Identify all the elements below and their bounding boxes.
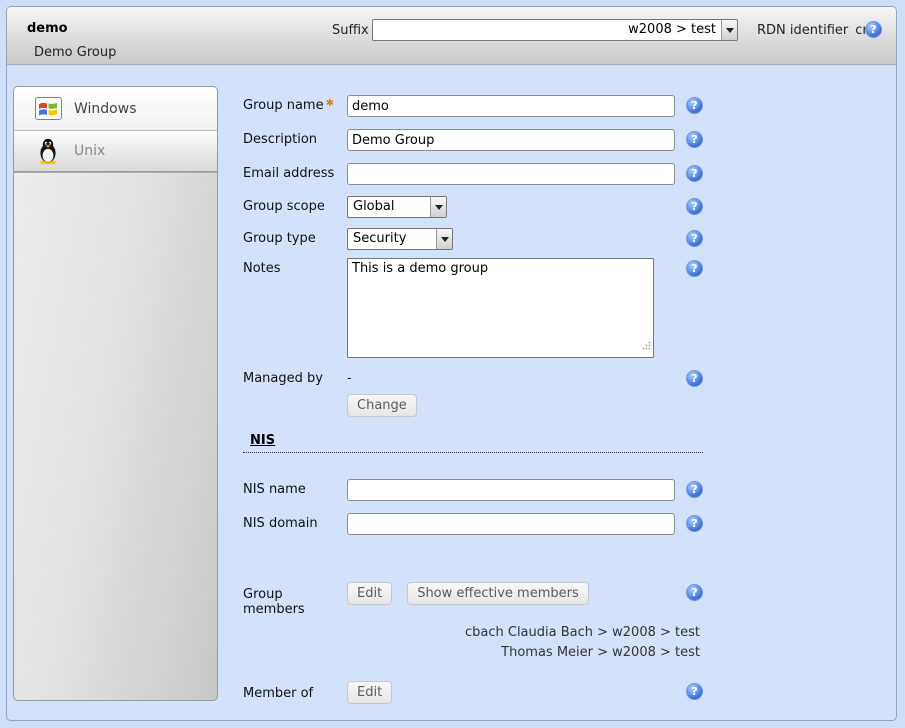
tab-windows-label: Windows (74, 101, 137, 117)
help-icon[interactable]: ? (686, 198, 703, 215)
nis-domain-input[interactable] (347, 513, 675, 535)
member-of-label: Member of (243, 681, 347, 701)
suffix-select[interactable]: w2008 > test (372, 19, 738, 41)
group-members-row: Group members Edit Show effective member… (243, 582, 703, 617)
managed-by-label: Managed by (243, 368, 347, 386)
help-icon[interactable]: ? (686, 683, 703, 700)
account-edit-window: demo Demo Group Suffix w2008 > test RDN … (6, 6, 897, 721)
tab-unix[interactable]: Unix (13, 130, 218, 172)
help-icon[interactable]: ? (865, 21, 882, 38)
managed-by-row: Managed by - Change ? (243, 368, 703, 417)
notes-row: Notes This is a demo group ? (243, 258, 703, 358)
sidebar-panel (13, 172, 218, 701)
group-type-label: Group type (243, 228, 347, 246)
rdn-label: RDN identifier (757, 23, 848, 38)
group-type-dropdown-button[interactable] (436, 229, 452, 249)
description-row: Description ? (243, 129, 703, 151)
email-input[interactable] (347, 163, 675, 185)
managed-by-value: - (347, 368, 352, 386)
tab-unix-label: Unix (74, 143, 105, 159)
account-title: demo (27, 21, 68, 36)
nis-domain-label: NIS domain (243, 513, 347, 531)
windows-group-form: Group name✱ ? Description ? Email addres… (243, 95, 703, 704)
group-scope-selected-value: Global (348, 197, 430, 217)
windows-logo-icon (34, 97, 62, 120)
required-asterisk-icon: ✱ (326, 98, 334, 109)
description-input[interactable] (347, 129, 675, 151)
group-members-label: Group members (243, 582, 347, 617)
group-scope-select[interactable]: Global (347, 196, 447, 218)
help-icon[interactable]: ? (686, 515, 703, 532)
tab-windows[interactable]: Windows (13, 86, 218, 130)
help-icon[interactable]: ? (686, 584, 703, 601)
member-of-edit-button[interactable]: Edit (347, 681, 392, 704)
group-member-item: Thomas Meier > w2008 > test (243, 643, 700, 663)
help-icon[interactable]: ? (686, 97, 703, 114)
group-member-item: cbach Claudia Bach > w2008 > test (243, 623, 700, 643)
member-of-row: Member of Edit ? (243, 681, 703, 704)
group-name-input[interactable] (347, 95, 675, 117)
account-subtitle: Demo Group (34, 45, 116, 60)
description-label: Description (243, 129, 347, 147)
nis-name-label: NIS name (243, 479, 347, 497)
nis-name-input[interactable] (347, 479, 675, 501)
group-members-edit-button[interactable]: Edit (347, 582, 392, 605)
group-scope-dropdown-button[interactable] (430, 197, 446, 217)
title-bar: demo Demo Group Suffix w2008 > test RDN … (7, 7, 896, 65)
nis-section-title: NIS (250, 433, 275, 448)
group-name-row: Group name✱ ? (243, 95, 703, 117)
group-members-list: cbach Claudia Bach > w2008 > test Thomas… (243, 623, 700, 663)
help-icon[interactable]: ? (686, 230, 703, 247)
email-row: Email address ? (243, 163, 703, 185)
nis-name-row: NIS name ? (243, 479, 703, 501)
help-icon[interactable]: ? (686, 165, 703, 182)
tux-penguin-icon (34, 138, 62, 165)
suffix-selected-value: w2008 > test (373, 20, 721, 40)
suffix-label: Suffix (332, 23, 369, 38)
help-icon[interactable]: ? (686, 481, 703, 498)
module-tabs-sidebar: Windows Unix (13, 86, 218, 701)
notes-textarea[interactable]: This is a demo group (347, 258, 654, 358)
nis-domain-row: NIS domain ? (243, 513, 703, 535)
help-icon[interactable]: ? (686, 131, 703, 148)
suffix-dropdown-button[interactable] (721, 20, 737, 40)
email-label: Email address (243, 163, 347, 181)
rdn-identifier: RDN identifiercn (757, 23, 871, 38)
change-button[interactable]: Change (347, 394, 417, 417)
chevron-down-icon (435, 205, 443, 210)
notes-label: Notes (243, 258, 347, 276)
show-effective-members-button[interactable]: Show effective members (407, 582, 589, 605)
chevron-down-icon (726, 28, 734, 33)
group-type-selected-value: Security (348, 229, 436, 249)
nis-section-header: NIS (243, 433, 703, 453)
group-name-label: Group name✱ (243, 95, 347, 113)
group-type-select[interactable]: Security (347, 228, 453, 250)
group-type-row: Group type Security ? (243, 228, 703, 250)
group-scope-label: Group scope (243, 196, 347, 214)
chevron-down-icon (441, 237, 449, 242)
help-icon[interactable]: ? (686, 370, 703, 387)
help-icon[interactable]: ? (686, 260, 703, 277)
group-scope-row: Group scope Global ? (243, 196, 703, 218)
